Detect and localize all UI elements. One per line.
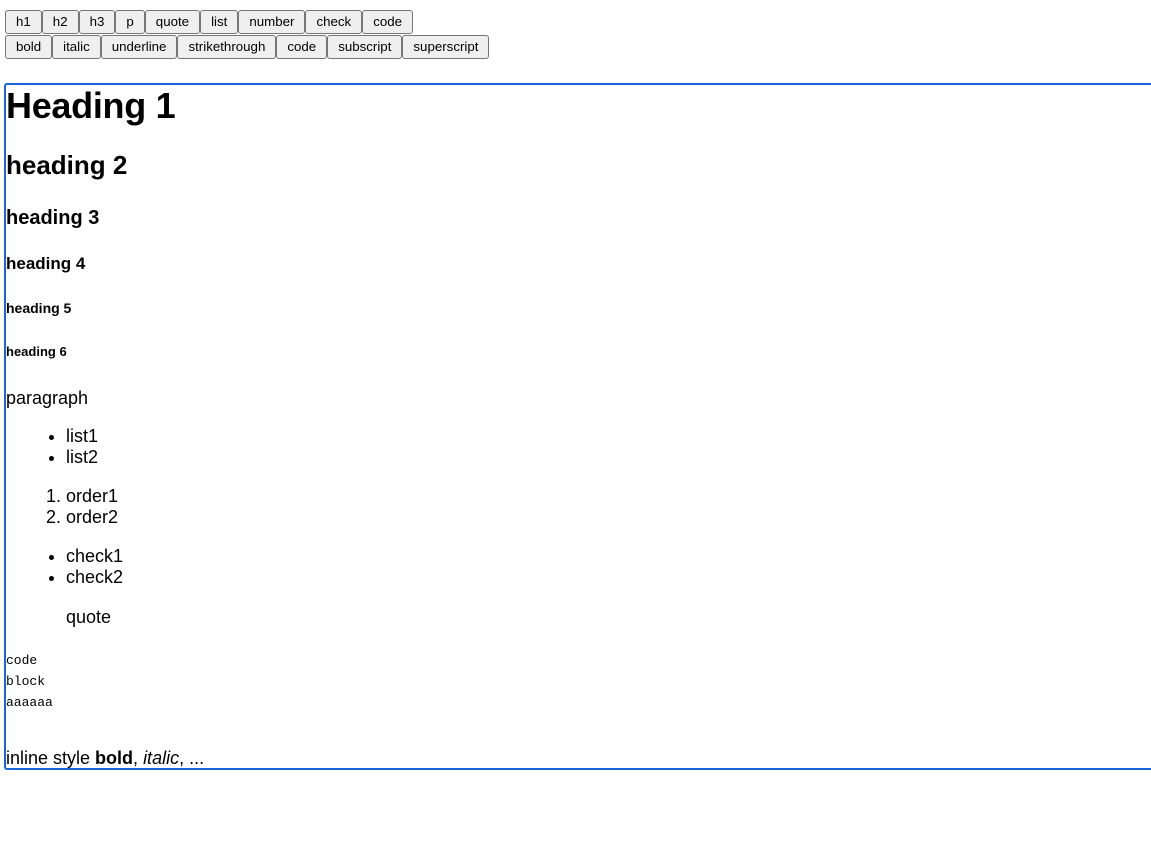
check-list: check1 check2	[6, 546, 123, 588]
subscript-button[interactable]: subscript	[327, 35, 403, 59]
heading-4[interactable]: heading 4	[6, 253, 85, 275]
inline-code-button[interactable]: code	[276, 35, 328, 59]
italic-button[interactable]: italic	[52, 35, 101, 59]
paragraph-button[interactable]: p	[115, 10, 145, 34]
heading-3[interactable]: heading 3	[6, 205, 99, 231]
strikethrough-button[interactable]: strikethrough	[177, 35, 277, 59]
bold-button[interactable]: bold	[5, 35, 53, 59]
ordered-list: order1 order2	[6, 486, 118, 528]
inline-format-toolbar: bold italic underline strikethrough code…	[5, 35, 490, 59]
inline-text: inline style	[6, 748, 96, 768]
h2-button[interactable]: h2	[41, 10, 79, 34]
check-list-item[interactable]: check2	[66, 567, 123, 588]
list-item[interactable]: list1	[66, 426, 98, 447]
bold-text: bold	[95, 748, 134, 768]
list-item[interactable]: order1	[66, 486, 118, 507]
code-line: aaaaaa	[6, 695, 53, 710]
inline-text: ,	[133, 748, 144, 768]
heading-5[interactable]: heading 5	[6, 299, 71, 317]
code-block-button[interactable]: code	[362, 10, 414, 34]
code-line: code	[6, 653, 38, 668]
bullet-list-button[interactable]: list	[200, 10, 239, 34]
inline-style-paragraph[interactable]: inline style bold, italic, ...	[6, 747, 205, 768]
check-list-item[interactable]: check1	[66, 546, 123, 567]
blockquote[interactable]: quote	[66, 606, 111, 628]
code-block[interactable]: code block aaaaaa	[6, 650, 53, 713]
heading-1[interactable]: Heading 1	[6, 85, 176, 127]
check-list-button[interactable]: check	[305, 10, 363, 34]
block-format-toolbar: h1 h2 h3 p quote list number check code	[5, 10, 489, 34]
list-item[interactable]: list2	[66, 447, 98, 468]
heading-2[interactable]: heading 2	[6, 149, 127, 181]
heading-6[interactable]: heading 6	[6, 344, 67, 360]
code-line: block	[6, 674, 46, 689]
bullet-list: list1 list2	[6, 426, 98, 468]
rich-text-editor[interactable]: Heading 1 heading 2 heading 3 heading 4 …	[4, 83, 1151, 770]
h3-button[interactable]: h3	[78, 10, 116, 34]
underline-button[interactable]: underline	[100, 35, 178, 59]
toolbar: h1 h2 h3 p quote list number check code …	[5, 10, 490, 60]
italic-text: italic	[143, 748, 180, 768]
list-item[interactable]: order2	[66, 507, 118, 528]
paragraph[interactable]: paragraph	[6, 387, 88, 409]
number-list-button[interactable]: number	[238, 10, 306, 34]
superscript-button[interactable]: superscript	[402, 35, 490, 59]
h1-button[interactable]: h1	[5, 10, 42, 34]
inline-text: , ...	[179, 748, 205, 768]
quote-button[interactable]: quote	[144, 10, 201, 34]
